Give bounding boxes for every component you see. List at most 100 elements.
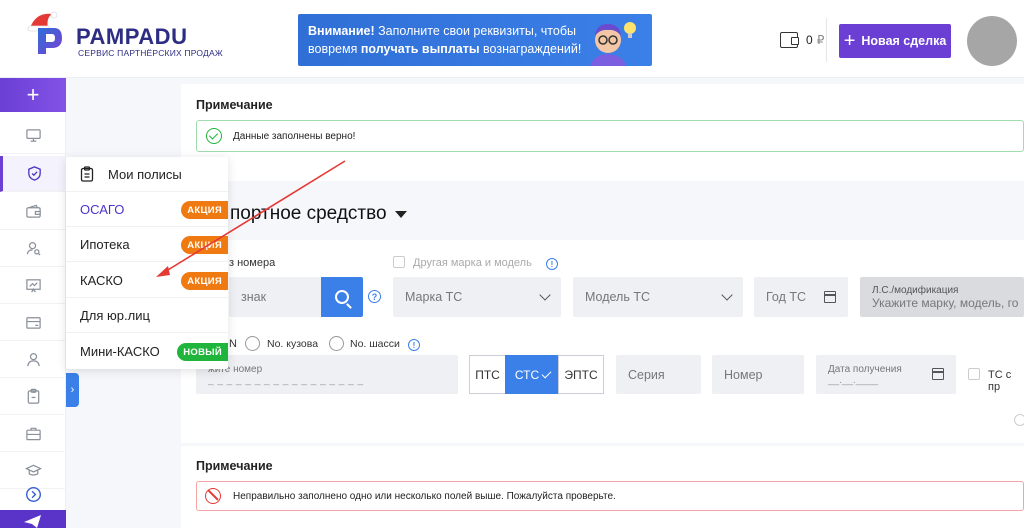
doc-type-sts-label: СТС (514, 367, 540, 382)
sidebar-item-business[interactable] (0, 416, 66, 452)
promo-badge: АКЦИЯ (181, 272, 228, 290)
banner-lead: Внимание! (308, 24, 375, 38)
menu-item-my-policies[interactable]: Мои полисы (66, 157, 228, 192)
date-label: Дата получения (828, 363, 902, 375)
model-select[interactable]: Модель ТС (573, 277, 743, 317)
sidebar-item-search-user[interactable] (0, 231, 66, 267)
brand-select[interactable]: Марка ТС (393, 277, 561, 317)
wallet-balance[interactable]: 0 ₽ (780, 32, 824, 48)
doc-type-epts[interactable]: ЭПТС (558, 355, 604, 394)
other-model-label: Другая марка и модель (413, 257, 532, 269)
clipboard-icon (80, 166, 94, 182)
sidebar-item-dashboard[interactable] (0, 118, 66, 154)
calendar-icon (931, 368, 944, 380)
sidebar-telegram[interactable] (0, 510, 66, 528)
menu-item-label: Ипотека (80, 236, 130, 252)
vehicle-number-input[interactable]: жите номер _ _ _ _ _ _ _ _ _ _ _ _ _ _ _… (196, 355, 458, 394)
menu-item-mortgage[interactable]: Ипотека АКЦИЯ (66, 227, 228, 262)
brand-tagline: СЕРВИС ПАРТНЁРСКИХ ПРОДАЖ (78, 48, 223, 58)
id-type-chassis-radio[interactable] (329, 336, 344, 351)
banner-text-2b: получать выплаты (360, 42, 480, 56)
other-model-checkbox[interactable] (393, 256, 405, 268)
chevron-down-icon (539, 289, 551, 301)
calendar-icon (823, 291, 836, 303)
id-type-chassis-label: No. шасси (350, 338, 400, 350)
insurance-menu: Мои полисы ОСАГО АКЦИЯ Ипотека АКЦИЯ КАС… (66, 157, 228, 369)
clipboard-icon (27, 388, 39, 404)
menu-item-label: Мини-КАСКО (80, 344, 160, 359)
sidebar-item-profile[interactable] (0, 342, 66, 378)
series-placeholder: Серия (628, 367, 665, 382)
sidebar-item-payments[interactable] (0, 305, 66, 341)
user-search-icon (26, 242, 41, 256)
id-type-vin-label: N (229, 338, 237, 350)
success-note-text: Данные заполнены верно! (233, 130, 356, 142)
modification-label: Л.С./модификация (872, 284, 959, 296)
error-note: Неправильно заполнено одно или несколько… (196, 481, 1024, 511)
modification-select[interactable]: Л.С./модификация Укажите марку, модель, … (860, 277, 1024, 317)
error-note-text: Неправильно заполнено одно или несколько… (233, 490, 616, 502)
check-circle-icon (206, 128, 222, 144)
wallet-currency: ₽ (816, 33, 825, 47)
date-mask: __.__.____ (828, 374, 879, 386)
model-placeholder: Модель ТС (585, 290, 651, 304)
new-deal-label: Новая сделка (861, 34, 947, 48)
no-plate-label: з номера (229, 257, 276, 269)
plate-input[interactable]: знак (229, 277, 321, 317)
brand-placeholder: Марка ТС (405, 290, 463, 304)
doc-number-input[interactable]: Номер (712, 355, 804, 394)
requisites-banner[interactable]: Внимание! Заполните свои реквизиты, чтоб… (298, 14, 652, 66)
ts-checkbox-label: ТС с пр (988, 369, 1012, 393)
success-note: Данные заполнены верно! (196, 120, 1024, 152)
id-type-body-radio[interactable] (245, 336, 260, 351)
search-icon (335, 290, 349, 304)
info-icon[interactable]: ! (546, 258, 558, 270)
issue-date-input[interactable]: Дата получения __.__.____ (816, 355, 956, 394)
sidebar-add-button[interactable]: + (0, 78, 66, 112)
menu-item-label: ОСАГО (80, 201, 125, 217)
vehicle-section-title[interactable]: портное средство (230, 203, 407, 225)
user-avatar[interactable] (967, 16, 1017, 66)
scroll-handle[interactable] (1014, 414, 1024, 426)
plate-placeholder: знак (241, 290, 267, 304)
shield-check-icon (28, 166, 41, 181)
help-icon[interactable]: ? (368, 290, 381, 303)
sidebar-item-more[interactable] (0, 476, 66, 512)
menu-item-legal-entities[interactable]: Для юр.лиц (66, 298, 228, 333)
plate-search-button[interactable] (321, 277, 363, 317)
doc-type-pts[interactable]: ПТС (469, 355, 506, 394)
left-sidebar: + (0, 78, 66, 528)
user-icon (26, 353, 40, 367)
year-placeholder: Год ТС (766, 290, 807, 304)
forbidden-icon (205, 488, 221, 504)
check-icon (541, 368, 552, 378)
top-header: PAMPADU СЕРВИС ПАРТНЁРСКИХ ПРОДАЖ Вниман… (0, 0, 1024, 78)
telegram-icon (24, 515, 41, 528)
chart-board-icon (25, 279, 41, 293)
menu-item-osago[interactable]: ОСАГО АКЦИЯ (66, 192, 228, 227)
series-input[interactable]: Серия (616, 355, 701, 394)
sidebar-item-clipboard[interactable] (0, 379, 66, 415)
year-input[interactable]: Год ТС (754, 277, 848, 317)
info-icon[interactable]: ! (408, 339, 420, 351)
briefcase-icon (25, 427, 41, 441)
note-label-bottom: Примечание (196, 459, 273, 473)
doc-number-placeholder: Номер (724, 367, 763, 382)
sidebar-item-presentation[interactable] (0, 268, 66, 304)
doc-type-sts[interactable]: СТС (505, 355, 559, 394)
card-icon (25, 317, 41, 329)
header-divider (826, 18, 827, 62)
sidebar-item-wallet[interactable] (0, 194, 66, 230)
note-label-top: Примечание (196, 98, 273, 112)
brand-logo[interactable]: PAMPADU СЕРВИС ПАРТНЁРСКИХ ПРОДАЖ (26, 10, 223, 65)
number-mask: _ _ _ _ _ _ _ _ _ _ _ _ _ _ _ _ _ (208, 374, 364, 386)
menu-item-kasko[interactable]: КАСКО АКЦИЯ (66, 263, 228, 298)
new-deal-button[interactable]: + Новая сделка (839, 24, 951, 58)
new-badge: НОВЫЙ (177, 343, 228, 361)
plus-icon: + (843, 30, 856, 52)
mascot-illustration-icon (590, 22, 636, 66)
expand-sidebar-tab[interactable]: › (66, 373, 79, 407)
menu-item-mini-kasko[interactable]: Мини-КАСКО НОВЫЙ (66, 334, 228, 369)
sidebar-item-insurance[interactable] (0, 156, 66, 192)
ts-checkbox[interactable] (968, 368, 980, 380)
